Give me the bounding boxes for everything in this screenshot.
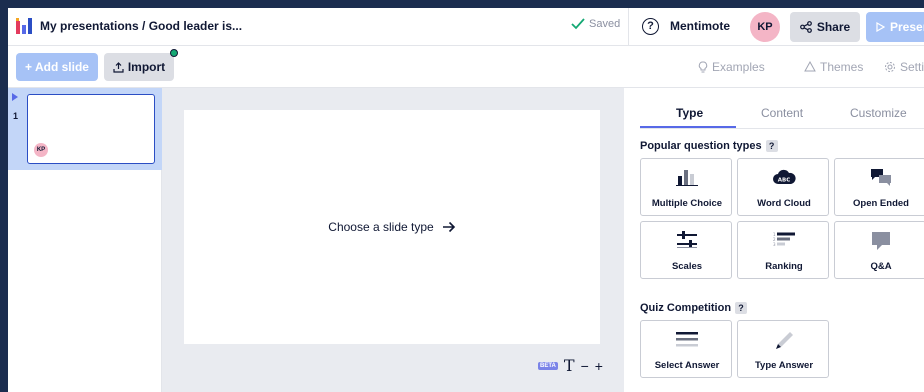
toolbar: + Add slide Import Examples Themes Setti xyxy=(8,46,924,88)
present-label: Present xyxy=(890,20,924,34)
themes-label: Themes xyxy=(820,60,864,74)
card-label: Q&A xyxy=(870,261,892,272)
cloud-icon: ABC xyxy=(738,168,830,188)
examples-label: Examples xyxy=(712,60,765,74)
canvas-tools: BETA T − + xyxy=(538,356,603,375)
card-label: Word Cloud xyxy=(757,198,811,209)
pencil-icon xyxy=(738,330,830,350)
quiz-help-icon[interactable]: ? xyxy=(735,302,748,314)
scales-card[interactable]: Scales xyxy=(640,221,732,279)
check-icon xyxy=(571,18,585,30)
ranking-card[interactable]: 1 2 3 Ranking xyxy=(737,221,829,279)
text-tool-icon[interactable]: T xyxy=(564,356,575,375)
beta-badge: BETA xyxy=(538,361,558,370)
speech-bubbles-icon xyxy=(835,168,924,188)
bar-chart-icon xyxy=(641,168,733,188)
chat-bubble-icon xyxy=(835,231,924,251)
open-ended-card[interactable]: Open Ended xyxy=(834,158,924,216)
type-answer-card[interactable]: Type Answer xyxy=(737,320,829,378)
notification-dot xyxy=(170,49,178,57)
card-label: Select Answer xyxy=(654,360,720,371)
lines-icon xyxy=(641,330,733,350)
app-window: My presentations / Good leader is... Sav… xyxy=(8,8,924,392)
share-button[interactable]: Share xyxy=(790,12,860,42)
card-label: Type Answer xyxy=(754,360,814,371)
help-icon[interactable]: ? xyxy=(642,18,659,35)
user-avatar[interactable]: KP xyxy=(750,12,780,42)
slide-number: 1 xyxy=(13,111,19,121)
card-label: Open Ended xyxy=(853,198,909,209)
saved-status: Saved xyxy=(571,18,620,30)
arrow-right-icon xyxy=(442,221,455,233)
add-slide-button[interactable]: + Add slide xyxy=(16,53,98,81)
settings-label: Settings xyxy=(900,60,924,74)
present-button[interactable]: Present xyxy=(866,12,924,42)
slide-author-avatar: KP xyxy=(34,143,48,157)
card-label: Ranking xyxy=(765,261,803,272)
theme-icon xyxy=(804,61,816,72)
active-tab-indicator xyxy=(640,126,736,128)
svg-text:ABC: ABC xyxy=(778,178,791,184)
qa-card[interactable]: Q&A xyxy=(834,221,924,279)
tab-content[interactable]: Content xyxy=(761,106,803,120)
import-label: Import xyxy=(127,60,166,74)
slide-thumbnail[interactable]: KP xyxy=(27,94,155,164)
select-answer-card[interactable]: Select Answer xyxy=(640,320,732,378)
popular-question-types-heading: Popular question types ? xyxy=(640,140,778,152)
share-icon xyxy=(799,21,812,33)
current-slide-marker-icon xyxy=(12,93,18,101)
svg-text:3: 3 xyxy=(773,242,776,247)
lightbulb-icon xyxy=(698,61,708,73)
slide-list-item[interactable]: 1 KP xyxy=(8,88,162,170)
canvas-area: Choose a slide type BETA T − + xyxy=(162,88,624,392)
header-divider xyxy=(628,8,629,46)
card-label: Scales xyxy=(671,261,703,272)
mentimeter-logo-icon[interactable] xyxy=(16,18,32,34)
word-cloud-card[interactable]: ABC Word Cloud xyxy=(737,158,829,216)
saved-label: Saved xyxy=(589,18,621,30)
card-label: Multiple Choice xyxy=(651,198,723,209)
slide-type-panel: Type Content Customize Popular question … xyxy=(624,88,924,392)
choose-slide-type-prompt: Choose a slide type xyxy=(328,220,434,234)
zoom-out-button[interactable]: − xyxy=(581,358,589,374)
breadcrumb[interactable]: My presentations / Good leader is... xyxy=(40,19,242,33)
slide-canvas[interactable]: Choose a slide type xyxy=(184,110,600,344)
ranking-icon: 1 2 3 xyxy=(738,231,830,251)
import-button[interactable]: Import xyxy=(104,53,174,81)
slide-list: 1 KP xyxy=(8,88,162,392)
themes-link[interactable]: Themes xyxy=(804,60,863,74)
tab-type[interactable]: Type xyxy=(676,106,703,120)
gear-icon xyxy=(885,62,895,72)
zoom-in-button[interactable]: + xyxy=(595,358,603,374)
popular-title: Popular question types xyxy=(640,140,762,152)
settings-link[interactable]: Settings xyxy=(884,60,924,74)
examples-link[interactable]: Examples xyxy=(698,60,765,74)
header-bar: My presentations / Good leader is... Sav… xyxy=(8,8,924,46)
popular-help-icon[interactable]: ? xyxy=(765,140,778,152)
tab-customize[interactable]: Customize xyxy=(850,106,907,120)
upload-icon xyxy=(113,61,124,73)
play-icon xyxy=(876,22,885,32)
quiz-competition-heading: Quiz Competition ? xyxy=(640,302,748,314)
quiz-title: Quiz Competition xyxy=(640,302,732,314)
share-label: Share xyxy=(816,20,851,34)
multiple-choice-card[interactable]: Multiple Choice xyxy=(640,158,732,216)
sliders-icon xyxy=(641,231,733,251)
mentimote-link[interactable]: Mentimote xyxy=(670,19,730,33)
tabs-border xyxy=(640,128,924,129)
